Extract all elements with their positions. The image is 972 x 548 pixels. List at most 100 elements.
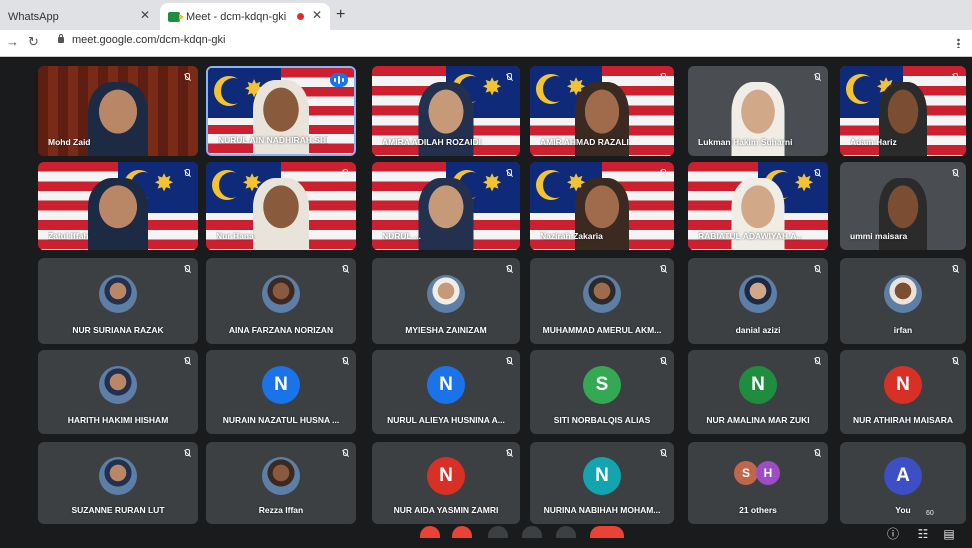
tab-whatsapp[interactable]: WhatsApp ✕ [0,3,158,30]
participant-tile[interactable]: ✸ AMIR AHMAD RAZALI [530,66,674,156]
participant-name: NUR SURIANA RAZAK [72,325,164,335]
tab-title: WhatsApp [8,10,59,23]
crescent-icon [212,170,245,200]
star-icon: ✸ [154,170,175,197]
participant-tile[interactable]: N NUR AMALINA MAR ZUKI [688,350,828,434]
present-button[interactable] [522,526,542,538]
participant-tile[interactable]: irfan [840,258,966,344]
mic-off-icon [505,265,513,274]
participant-name: NUR AMALINA MAR ZUKI [706,415,810,425]
avatar: N [583,457,621,495]
participant-tile[interactable]: ✸ RABIATUL ADAWIYAH A... [688,162,828,250]
close-icon[interactable]: ✕ [140,8,150,22]
mic-off-icon [505,357,513,366]
meet-grid: Mohd Zaid ✸ NURUL AIN NADHIRAH SHI... ✸ AMIR… [0,58,972,548]
participant-name: NURUL ALIEYA HUSNINA A... [387,415,505,425]
participant-name: Adam Hariz [850,137,897,147]
participant-tile[interactable]: N NURINA NABIHAH MOHAM... [530,442,674,524]
mic-off-icon [659,357,667,366]
participant-name: AMIR AHMAD RAZALI [540,137,629,147]
participant-tile[interactable]: HARITH HAKIMI HISHAM [38,350,198,434]
participant-tile[interactable]: S SITI NORBALQIS ALIAS [530,350,674,434]
participant-tile[interactable]: MUHAMMAD AMERUL AKM... [530,258,674,344]
avatar: N [427,366,465,404]
avatar: N [884,366,922,404]
participant-tile[interactable]: S H 21 others [688,442,828,524]
participant-tile[interactable]: ummi maisara [840,162,966,250]
participant-tile[interactable]: ✸ NURUL ... [372,162,520,250]
participant-name: NUR ATHIRAH MAISARA [852,415,954,425]
tab-meet[interactable]: Meet - dcm-kdqn-gki ✕ [160,3,330,30]
participant-tile[interactable]: ✸Adam Hariz [840,66,966,156]
close-icon[interactable]: ✕ [312,8,322,22]
participant-tile[interactable]: ✸ NURUL AIN NADHIRAH SHI... [206,66,356,156]
more-options-button[interactable] [556,526,576,538]
more-menu-icon[interactable] [957,38,960,48]
participant-name: NURINA NABIHAH MOHAM... [543,505,661,515]
participant-name: HARITH HAKIMI HISHAM [67,415,169,425]
mic-off-icon [951,169,959,178]
camera-off-button[interactable] [452,526,472,538]
mic-off-icon [505,73,513,82]
participant-tile[interactable]: Lukman Hakim Suharni [688,66,828,156]
participant-name: Mohd Zaid [48,137,91,147]
participant-tile[interactable]: A You [840,442,966,524]
mic-off-icon [951,73,959,82]
participant-tile[interactable]: MYIESHA ZAINIZAM [372,258,520,344]
star-icon: ✸ [482,170,503,197]
participant-tile[interactable]: ✸ Nazirah Zakaria [530,162,674,250]
captions-button[interactable] [488,526,508,538]
avatar: S [583,366,621,404]
mic-off-icon [183,449,191,458]
participant-tile[interactable]: ✸ Nur Hana [206,162,356,250]
participant-name: ummi maisara [850,231,908,241]
participant-tile[interactable]: ✸ Zatul Iffah [38,162,198,250]
mic-off-icon [813,357,821,366]
mic-off-icon [183,169,191,178]
mic-off-icon [951,357,959,366]
star-icon: ✸ [482,74,503,101]
participant-tile[interactable]: Rezza Iffan [206,442,356,524]
participant-tile[interactable]: N NUR AIDA YASMIN ZAMRI [372,442,520,524]
forward-arrow-icon[interactable]: → [6,34,19,49]
url-field[interactable]: meet.google.com/dcm-kdqn-gki [58,34,225,46]
crescent-icon [536,170,569,200]
mic-off-icon [183,265,191,274]
participant-name: NURAIN NAZATUL HUSNA ... [222,415,340,425]
mic-off-button[interactable] [420,526,440,538]
participant-name: Nazirah Zakaria [540,231,603,241]
tab-title: Meet - dcm-kdqn-gki [186,10,287,23]
participant-tile[interactable]: ✸ AMIRA ADILAH ROZAIDI [372,66,520,156]
reload-icon[interactable]: ↻ [28,34,39,50]
new-tab-button[interactable]: + [336,6,345,24]
participant-tile[interactable]: N NURUL ALIEYA HUSNINA A... [372,350,520,434]
participant-tile[interactable]: Mohd Zaid [38,66,198,156]
info-icon[interactable]: ⓘ [886,527,900,541]
mic-off-icon [341,357,349,366]
avatar [99,366,137,404]
participant-tile[interactable]: AINA FARZANA NORIZAN [206,258,356,344]
participant-count-badge: 60 [926,510,934,517]
leave-call-button[interactable] [590,526,624,538]
people-icon[interactable]: ☷ [916,527,930,541]
chat-icon[interactable]: ▤ [942,527,956,541]
participant-tile[interactable]: N NURAIN NAZATUL HUSNA ... [206,350,356,434]
mic-off-icon [183,357,191,366]
avatar [262,275,300,313]
meet-logo-icon [168,11,184,22]
tab-strip: WhatsApp ✕ Meet - dcm-kdqn-gki ✕ + [0,0,972,30]
participant-name: You [895,505,911,515]
participant-tile[interactable]: N NUR ATHIRAH MAISARA [840,350,966,434]
participant-tile[interactable]: SUZANNE RURAN LUT [38,442,198,524]
mic-off-icon [951,265,959,274]
avatar: A [884,457,922,495]
url-text: meet.google.com/dcm-kdqn-gki [72,34,226,46]
avatar [884,275,922,313]
participant-name: 21 others [739,505,777,515]
participant-name: AMIRA ADILAH ROZAIDI [382,137,481,147]
participant-tile[interactable]: danial azizi [688,258,828,344]
avatar [427,275,465,313]
mic-off-icon [659,169,667,178]
mic-off-icon [659,265,667,274]
participant-tile[interactable]: NUR SURIANA RAZAK [38,258,198,344]
